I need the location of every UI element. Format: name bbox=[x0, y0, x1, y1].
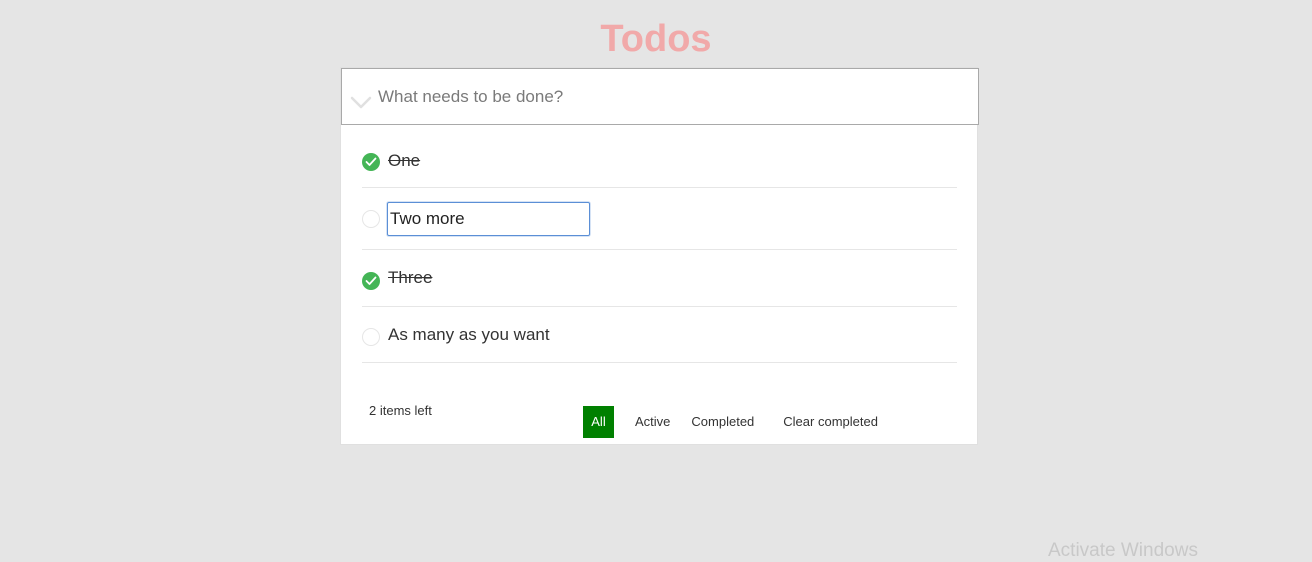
app-title: Todos bbox=[600, 18, 712, 60]
new-todo-input[interactable] bbox=[378, 83, 958, 111]
clear-completed-button[interactable]: Clear completed bbox=[783, 406, 878, 438]
todo-app-card: One Three As many as you want 2 items le… bbox=[340, 67, 979, 445]
todo-item-editing bbox=[362, 188, 957, 250]
todo-label[interactable]: One bbox=[388, 151, 420, 171]
todo-label[interactable]: As many as you want bbox=[388, 325, 550, 345]
new-todo-header bbox=[341, 68, 979, 125]
check-circle-icon[interactable] bbox=[362, 272, 380, 290]
filter-bar: All Active Completed Clear completed bbox=[583, 406, 878, 438]
activate-windows-watermark: Activate Windows bbox=[1048, 540, 1198, 561]
todo-item: One bbox=[362, 131, 957, 188]
todo-edit-input[interactable] bbox=[387, 202, 590, 236]
todo-label[interactable]: Three bbox=[388, 268, 432, 288]
items-left-count: 2 items left bbox=[369, 403, 432, 418]
empty-circle-icon[interactable] bbox=[362, 328, 380, 346]
empty-circle-icon[interactable] bbox=[362, 210, 380, 228]
chevron-down-icon[interactable] bbox=[350, 95, 372, 111]
check-circle-icon[interactable] bbox=[362, 153, 380, 171]
todo-item: As many as you want bbox=[362, 307, 957, 363]
filter-completed-button[interactable]: Completed bbox=[691, 406, 754, 438]
todo-list: One Three As many as you want bbox=[362, 131, 957, 363]
filter-all-button[interactable]: All bbox=[583, 406, 614, 438]
todo-item: Three bbox=[362, 250, 957, 307]
filter-active-button[interactable]: Active bbox=[635, 406, 670, 438]
